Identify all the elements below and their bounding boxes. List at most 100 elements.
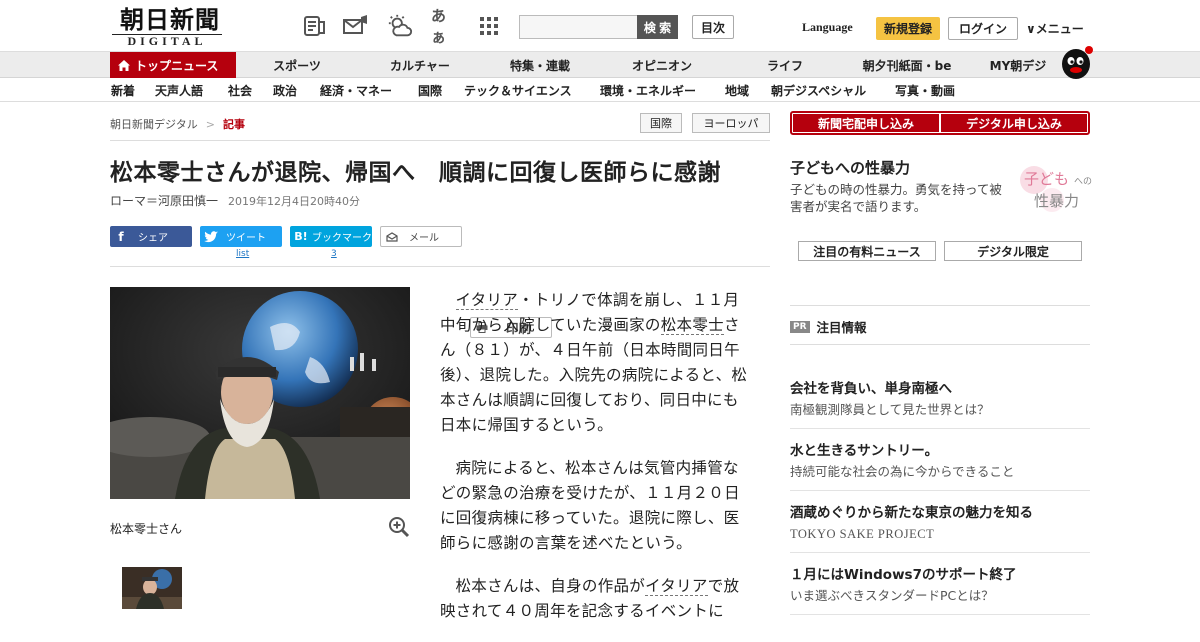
search-button[interactable]: 検 索 <box>637 15 678 39</box>
promo-banner-text-to: への <box>1074 177 1092 187</box>
nav-my-asadigi[interactable]: MY朝デジ <box>982 52 1054 78</box>
divider <box>110 140 770 141</box>
zoom-icon[interactable] <box>388 516 410 538</box>
keyword-link-italy[interactable]: イタリア <box>645 577 708 596</box>
nav-society[interactable]: 社会 <box>228 79 252 102</box>
subscribe-cta: 新聞宅配申し込み デジタル申し込み <box>790 111 1090 135</box>
nav-latest[interactable]: 新着 <box>111 79 135 102</box>
pr-item-title: 酒蔵めぐりから新たな東京の魅力を知る <box>790 505 1033 521</box>
nav-life[interactable]: ライフ <box>750 52 820 78</box>
article-paragraph: 病院によると、松本さんは気管内挿管などの緊急の治療を受けたが、１１月２０日に回復… <box>440 459 740 552</box>
nav-features[interactable]: 特集・連載 <box>500 52 580 78</box>
author: ローマ＝河原田慎一 <box>110 194 219 208</box>
pr-item[interactable]: 酒蔵めぐりから新たな東京の魅力を知る TOKYO SAKE PROJECT <box>790 504 1090 543</box>
nav-opinion[interactable]: オピニオン <box>622 52 702 78</box>
top-header: 朝日新聞 DIGITAL あぁ 検 索 目次 Language 新規登録 ログイ… <box>0 0 1200 52</box>
article-photo[interactable] <box>110 287 410 499</box>
breadcrumb-home[interactable]: 朝日新聞デジタル <box>110 118 198 131</box>
breadcrumb: 朝日新聞デジタル > 記事 <box>110 116 245 132</box>
mail-share-button[interactable]: メール <box>380 226 462 247</box>
grid-icon[interactable] <box>476 14 502 38</box>
divider <box>790 552 1090 553</box>
hatena-bookmark-button[interactable]: B! ブックマーク <box>290 226 372 247</box>
pr-item[interactable]: １月にはWindows7のサポート終了 いま選ぶべきスタンダードPCとは？ <box>790 566 1090 605</box>
nav-environment[interactable]: 環境・エネルギー <box>600 79 696 102</box>
divider <box>790 490 1090 491</box>
twitter-count-link[interactable]: list <box>236 249 249 259</box>
pr-item-subtitle: いま選ぶべきスタンダードPCとは？ <box>790 588 994 603</box>
menu-button[interactable]: ∨メニュー <box>1026 20 1084 37</box>
register-button[interactable]: 新規登録 <box>876 17 940 40</box>
hatena-bookmark-label: ブックマーク <box>312 233 372 244</box>
promo-title[interactable]: 子どもへの性暴力 <box>790 157 910 178</box>
promo-banner-text-children: 子ども <box>1024 170 1069 188</box>
photo-thumbnail[interactable] <box>122 567 182 609</box>
mascot-icon[interactable] <box>1060 42 1094 80</box>
pr-item[interactable]: 水と生きるサントリー。 持続可能な社会の為に今からできること <box>790 442 1090 481</box>
language-link[interactable]: Language <box>802 20 853 35</box>
pr-item-title: １月にはWindows7のサポート終了 <box>790 567 1017 583</box>
twitter-tweet-button[interactable]: ツイート <box>200 226 282 247</box>
tag-europe[interactable]: ヨーロッパ <box>692 113 770 133</box>
nav-politics[interactable]: 政治 <box>273 79 297 102</box>
article-body: イタリア・トリノで体調を崩し、１１月中旬から入院していた漫画家の松本零士さん（８… <box>440 288 750 642</box>
featured-paid-news-tab[interactable]: 注目の有料ニュース <box>798 241 936 261</box>
newspaper-delivery-button[interactable]: 新聞宅配申し込み <box>793 114 939 132</box>
promo-banner-image[interactable]: 子ども への 性暴力 <box>1012 162 1092 214</box>
nav-special[interactable]: 朝デジスペシャル <box>771 79 866 102</box>
promo-description: 子どもの時の性暴力。勇気を持って被害者が実名で語ります。 <box>790 182 1002 214</box>
nav-top-news-label: トップニュース <box>135 58 219 73</box>
byline: ローマ＝河原田慎一 2019年12月4日20時40分 <box>110 192 360 209</box>
article-paragraph: イタリア・トリノで体調を崩し、１１月中旬から入院していた漫画家の松本零士さん（８… <box>440 288 750 438</box>
hatena-count[interactable]: 3 <box>331 249 337 259</box>
mail-icon <box>381 226 403 247</box>
divider <box>790 344 1090 345</box>
twitter-bird-icon <box>200 226 222 247</box>
weather-icon[interactable] <box>387 14 413 38</box>
nav-sports[interactable]: スポーツ <box>262 52 332 78</box>
logo-japanese: 朝日新聞 <box>120 5 220 34</box>
nav-newspaper[interactable]: 朝夕刊紙面・be <box>855 52 959 78</box>
toc-button[interactable]: 目次 <box>692 15 734 39</box>
nav-culture[interactable]: カルチャー <box>380 52 460 78</box>
hatena-icon: B! <box>294 230 308 243</box>
breadcrumb-current: 記事 <box>223 118 245 131</box>
pr-item-subtitle: TOKYO SAKE PROJECT <box>790 527 935 541</box>
promo-banner-text-violence: 性暴力 <box>1034 192 1079 210</box>
breadcrumb-separator: > <box>205 118 215 131</box>
facebook-share-button[interactable]: f シェア <box>110 226 192 247</box>
digital-only-tab[interactable]: デジタル限定 <box>944 241 1082 261</box>
digital-subscribe-button[interactable]: デジタル申し込み <box>941 114 1087 132</box>
secondary-nav: 新着 天声人語 社会 政治 経済・マネー 国際 テック＆サイエンス 環境・エネル… <box>0 79 1200 102</box>
pr-item-title: 水と生きるサントリー。 <box>790 443 939 459</box>
pr-section-header: PR 注目情報 <box>790 317 867 336</box>
nav-photo-video[interactable]: 写真・動画 <box>895 79 955 102</box>
twitter-tweet-label: ツイート <box>226 233 266 244</box>
article-paragraph: 松本さんは、自身の作品がイタリアで放映されて４０周年を記念するイベントに <box>440 574 750 624</box>
tag-international[interactable]: 国際 <box>640 113 682 133</box>
nav-top-news[interactable]: トップニュース <box>110 52 236 78</box>
pr-item-subtitle: 持続可能な社会の為に今からできること <box>790 464 1015 479</box>
login-button[interactable]: ログイン <box>948 17 1018 40</box>
divider <box>110 266 770 267</box>
keyword-link-matsumoto[interactable]: 松本零士 <box>660 316 724 335</box>
pr-section-label: 注目情報 <box>816 320 867 335</box>
keyword-link-italy[interactable]: イタリア <box>455 291 519 310</box>
nav-international[interactable]: 国際 <box>418 79 442 102</box>
nav-local[interactable]: 地域 <box>725 79 749 102</box>
pr-item[interactable]: 会社を背負い、単身南極へ 南極観測隊員として見た世界とは？ <box>790 380 1090 419</box>
mail-megaphone-icon[interactable] <box>342 14 368 38</box>
search-input[interactable] <box>519 15 637 39</box>
divider <box>790 305 1090 306</box>
nav-tech-science[interactable]: テック＆サイエンス <box>464 79 572 102</box>
nav-tenseijingo[interactable]: 天声人語 <box>155 79 203 102</box>
publish-date: 2019年12月4日20時40分 <box>228 195 360 208</box>
asahi-digital-logo[interactable]: 朝日新聞 DIGITAL <box>112 7 232 47</box>
pr-item-subtitle: 南極観測隊員として見た世界とは？ <box>790 402 990 417</box>
logo-digital: DIGITAL <box>112 34 222 47</box>
pr-item-title: 会社を背負い、単身南極へ <box>790 381 952 397</box>
font-size-icon[interactable]: あぁ <box>431 7 457 46</box>
divider <box>790 428 1090 429</box>
nav-economy[interactable]: 経済・マネー <box>320 79 392 102</box>
newspaper-icon[interactable] <box>302 14 328 38</box>
